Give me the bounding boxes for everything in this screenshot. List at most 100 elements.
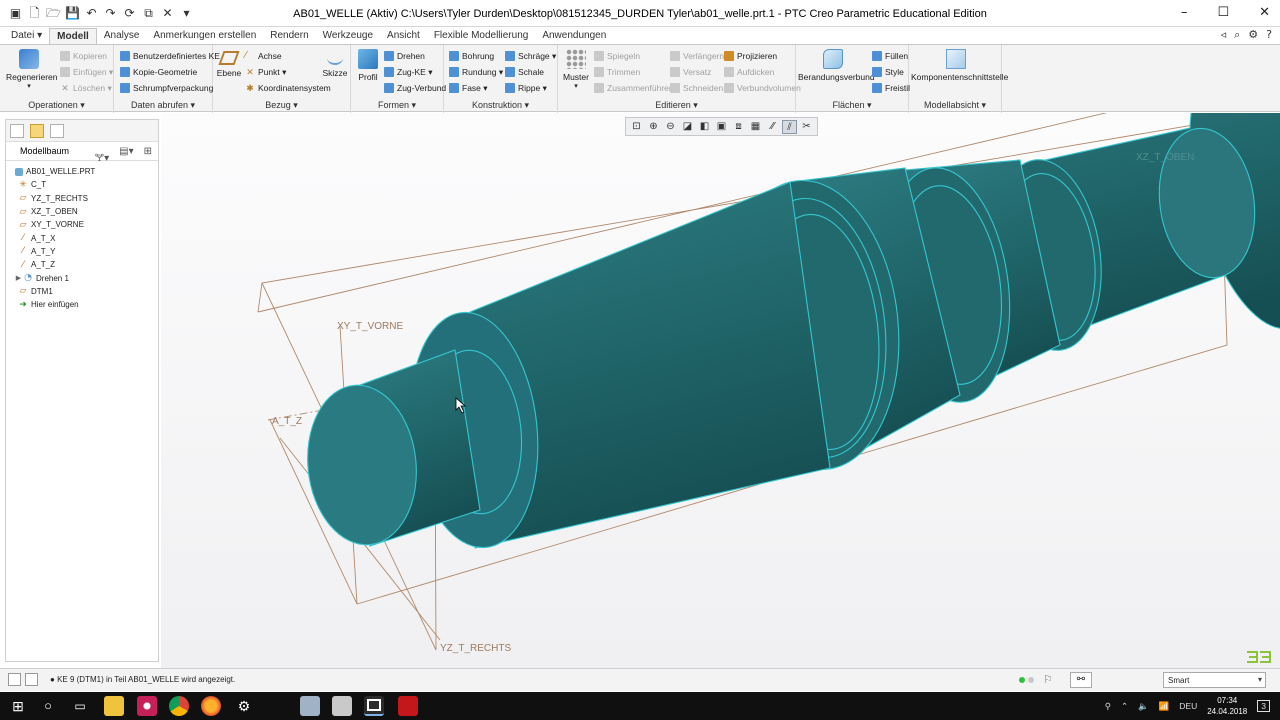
network-icon[interactable]: 📶: [1159, 701, 1170, 712]
tab-modell[interactable]: Modell: [49, 28, 97, 44]
group-label-editieren[interactable]: Editieren ▾: [558, 100, 795, 111]
search-icon[interactable]: ○: [38, 696, 58, 716]
freestyle-button[interactable]: Freistil: [872, 81, 910, 95]
show-browser-icon[interactable]: [25, 673, 38, 686]
shell-button[interactable]: Schale: [505, 65, 544, 79]
itunes-icon[interactable]: [137, 696, 157, 716]
tree-node[interactable]: ⁄ A_T_Z: [6, 258, 158, 271]
repaint-icon[interactable]: ◪: [680, 120, 695, 134]
maximize-button[interactable]: ☐: [1217, 5, 1229, 20]
help-icon[interactable]: ?: [1266, 28, 1272, 42]
boundary-blend-button[interactable]: Berandungsverbund: [798, 49, 875, 82]
group-label-flaechen[interactable]: Flächen ▾: [796, 100, 908, 111]
delete-button[interactable]: ✕ Löschen ▾: [60, 81, 112, 95]
tab-flexible-modellierung[interactable]: Flexible Modellierung: [427, 28, 536, 44]
swept-blend-button[interactable]: Zug-Verbund: [384, 81, 446, 95]
datum-label-oben[interactable]: XZ_T_OBEN: [1136, 152, 1194, 163]
tree-node[interactable]: ⁄ A_T_Y: [6, 245, 158, 258]
keyboard-language[interactable]: DEU: [1179, 701, 1197, 711]
tree-node[interactable]: ▱ DTM1: [6, 285, 158, 298]
perspective-icon[interactable]: ▦: [748, 120, 763, 134]
shrinkwrap-button[interactable]: Schrumpfverpackung: [120, 81, 213, 95]
people-icon[interactable]: ⚲: [1105, 701, 1111, 712]
rib-button[interactable]: Rippe ▾: [505, 81, 547, 95]
tree-node[interactable]: ▱ XY_T_VORNE: [6, 218, 158, 231]
pin-icon[interactable]: ◃: [1221, 28, 1227, 42]
settings-icon[interactable]: ⚙: [1248, 28, 1258, 42]
datum-label-axis[interactable]: A_T_Z: [272, 416, 302, 427]
shaft-model[interactable]: [300, 113, 1280, 554]
point-button[interactable]: ✕ Punkt ▾: [245, 65, 286, 79]
annotation-display-icon[interactable]: ⫽: [782, 120, 797, 134]
tab-werkzeuge[interactable]: Werkzeuge: [316, 28, 380, 44]
notifications-icon[interactable]: 3: [1257, 700, 1270, 712]
tab-rendern[interactable]: Rendern: [263, 28, 315, 44]
tree-filter-icon[interactable]: ⊞: [144, 146, 152, 167]
settings-icon[interactable]: ⚙: [234, 696, 254, 716]
clock[interactable]: 07:34 24.04.2018: [1207, 695, 1247, 717]
extend-button[interactable]: Verlängern: [670, 49, 724, 63]
flag-icon[interactable]: ⚐: [1043, 673, 1053, 686]
round-button[interactable]: Rundung ▾: [449, 65, 503, 79]
graphics-window[interactable]: XY_T_VORNE YZ_T_RECHTS XZ_T_OBEN A_T_Z ⊡…: [161, 113, 1280, 668]
hole-button[interactable]: Bohrung: [449, 49, 494, 63]
trim-button[interactable]: Trimmen: [594, 65, 640, 79]
tree-node[interactable]: ▱ XZ_T_OBEN: [6, 205, 158, 218]
tree-node[interactable]: ▶ ◔ Drehen 1: [6, 271, 158, 284]
tree-settings-icon[interactable]: 🝖▾: [95, 146, 109, 167]
app-icon[interactable]: [332, 696, 352, 716]
firefox-icon[interactable]: [201, 696, 221, 716]
favorites-tab-icon[interactable]: [50, 124, 64, 138]
datum-label-rechts[interactable]: YZ_T_RECHTS: [440, 643, 511, 654]
close-button[interactable]: ✕: [1259, 5, 1270, 20]
draft-button[interactable]: Schräge ▾: [505, 49, 556, 63]
tab-analyse[interactable]: Analyse: [97, 28, 147, 44]
revolve-button[interactable]: Drehen: [384, 49, 425, 63]
acrobat-icon[interactable]: [398, 696, 418, 716]
model-view[interactable]: XY_T_VORNE YZ_T_RECHTS XZ_T_OBEN A_T_Z: [161, 113, 1280, 668]
paste-button[interactable]: Einfügen ▾: [60, 65, 113, 79]
group-label-bezug[interactable]: Bezug ▾: [213, 100, 350, 111]
tree-node[interactable]: AB01_WELLE.PRT: [6, 165, 158, 178]
tree-node[interactable]: ✳ C_T: [6, 178, 158, 191]
user-defined-feature-button[interactable]: Benutzerdefiniertes KE: [120, 49, 220, 63]
tray-chevron-icon[interactable]: ⌃: [1121, 701, 1128, 712]
solidify-button[interactable]: Verbundvolumen: [724, 81, 801, 95]
saved-views-icon[interactable]: ▣: [714, 120, 729, 134]
group-label-formen[interactable]: Formen ▾: [351, 100, 443, 111]
selection-filter-dropdown[interactable]: Smart ▾: [1163, 672, 1266, 688]
chamfer-button[interactable]: Fase ▾: [449, 81, 488, 95]
minimize-button[interactable]: –: [1181, 5, 1188, 20]
spin-center-icon[interactable]: ✂: [799, 120, 814, 134]
display-style-icon[interactable]: ◧: [697, 120, 712, 134]
datum-label-vorne[interactable]: XY_T_VORNE: [337, 321, 403, 332]
plane-button[interactable]: Ebene: [215, 51, 243, 78]
group-label-modellabsicht[interactable]: Modellabsicht ▾: [909, 100, 1001, 111]
tab-anwendungen[interactable]: Anwendungen: [535, 28, 613, 44]
extrude-button[interactable]: Profil: [354, 49, 382, 82]
volume-icon[interactable]: 🔈: [1138, 701, 1149, 712]
copy-button[interactable]: Kopieren: [60, 49, 107, 63]
chrome-icon[interactable]: [169, 696, 189, 716]
mirror-button[interactable]: Spiegeln: [594, 49, 640, 63]
task-view-icon[interactable]: ▭: [70, 696, 90, 716]
sweep-button[interactable]: Zug-KE ▾: [384, 65, 432, 79]
copy-geometry-button[interactable]: Kopie-Geometrie: [120, 65, 197, 79]
intersect-button[interactable]: Schneiden: [670, 81, 723, 95]
merge-button[interactable]: Zusammenführen: [594, 81, 674, 95]
zoom-out-icon[interactable]: ⊖: [663, 120, 678, 134]
creo-active-window-icon[interactable]: [364, 696, 384, 716]
project-button[interactable]: Projizieren: [724, 49, 777, 63]
sketch-button[interactable]: Skizze: [321, 51, 349, 78]
expand-icon[interactable]: ▶: [14, 274, 23, 282]
tab-ansicht[interactable]: Ansicht: [380, 28, 427, 44]
show-icon[interactable]: ▤▾: [119, 146, 133, 167]
windows-start-icon[interactable]: ⊞: [8, 696, 28, 716]
regenerate-button[interactable]: Regenerieren ▾: [6, 49, 58, 90]
zoom-fit-icon[interactable]: ⊡: [629, 120, 644, 134]
file-explorer-icon[interactable]: [104, 696, 124, 716]
model-tree-tab-icon[interactable]: [10, 124, 24, 138]
component-interface-button[interactable]: Komponentenschnittstelle: [911, 49, 1008, 82]
view-orientation-icon[interactable]: [1247, 651, 1271, 663]
group-label-konstruktion[interactable]: Konstruktion ▾: [444, 100, 557, 111]
